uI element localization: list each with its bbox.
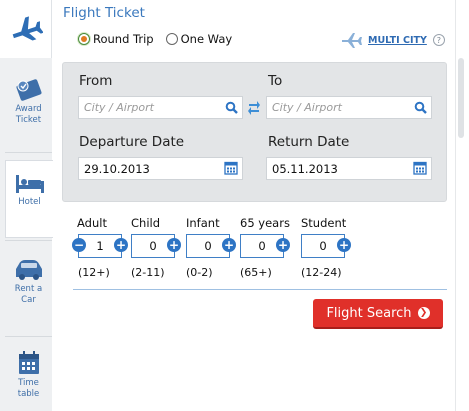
flight-tab[interactable] [0, 0, 52, 58]
page-title: Flight Ticket [63, 5, 145, 21]
award-ticket-icon [15, 79, 42, 101]
multi-city-label[interactable]: MULTI CITY [368, 35, 427, 46]
sidebar-item-award-ticket[interactable]: Award Ticket [5, 70, 52, 126]
to-input[interactable]: City / Airport [266, 96, 432, 119]
one-way-label[interactable]: One Way [181, 32, 233, 46]
departure-date-label: Departure Date [79, 134, 185, 150]
sidebar-item-hotel[interactable]: Hotel [5, 160, 53, 238]
return-date-value: 05.11.2013 [272, 161, 338, 176]
sidebar-item-label: Ticket [15, 115, 42, 125]
stepper-value: 0 [149, 239, 157, 253]
calendar-icon[interactable] [413, 161, 427, 175]
help-icon[interactable]: ? [432, 34, 445, 46]
sidebar-item-timetable[interactable]: Time table [5, 344, 52, 400]
flight-search-button[interactable]: Flight Search ❯ [313, 299, 443, 329]
return-date-input[interactable]: 05.11.2013 [266, 157, 432, 180]
adult-plus-button[interactable]: + [114, 238, 128, 252]
stepper-value: 0 [319, 239, 327, 253]
departure-date-input[interactable]: 29.10.2013 [78, 157, 243, 180]
passenger-label: Child [131, 216, 161, 230]
sidebar: Award Ticket Hotel Rent a Car Time table [0, 0, 53, 411]
passenger-label: Student [301, 216, 347, 230]
sidebar-item-label: Hotel [18, 197, 41, 207]
scrollbar-thumb[interactable] [458, 58, 464, 138]
age-range-label: (2-11) [131, 266, 165, 279]
trip-type-group: Round Trip One Way [78, 32, 232, 46]
stepper-value: 0 [204, 239, 212, 253]
stepper-value: 1 [96, 239, 104, 253]
return-date-label: Return Date [268, 134, 350, 150]
passenger-label: Infant [186, 216, 220, 230]
round-trip-label[interactable]: Round Trip [93, 32, 154, 46]
one-way-radio[interactable] [165, 33, 178, 45]
sidebar-divider [5, 240, 52, 241]
sidebar-divider [5, 336, 52, 337]
from-input[interactable]: City / Airport [78, 96, 243, 119]
swap-icon[interactable] [247, 99, 261, 115]
age-range-label: (0-2) [186, 266, 213, 279]
hotel-bed-icon [15, 175, 44, 193]
calendar-icon [18, 351, 39, 374]
sidebar-item-label: Rent a [14, 284, 43, 294]
to-placeholder: City / Airport [272, 101, 342, 114]
passenger-label: Adult [77, 216, 107, 230]
infant-plus-button[interactable]: + [222, 238, 236, 252]
adult-minus-button[interactable]: − [72, 238, 86, 252]
sidebar-item-label: Award [15, 104, 42, 114]
student-plus-button[interactable]: + [337, 238, 351, 252]
departure-date-value: 29.10.2013 [84, 161, 150, 176]
stepper-value: 0 [258, 239, 266, 253]
flight-search-label: Flight Search [326, 305, 412, 321]
passenger-label: 65 years [240, 216, 290, 230]
to-label: To [268, 73, 283, 89]
car-icon [15, 260, 42, 280]
age-range-label: (65+) [240, 266, 272, 279]
sidebar-item-label: Car [21, 295, 36, 305]
divider [73, 289, 447, 290]
child-plus-button[interactable]: + [167, 238, 181, 252]
calendar-icon[interactable] [224, 161, 238, 175]
senior-plus-button[interactable]: + [276, 238, 290, 252]
radio-dot [81, 36, 87, 42]
sidebar-item-rent-a-car[interactable]: Rent a Car [5, 252, 52, 306]
chevron-right-icon: ❯ [417, 307, 430, 319]
search-icon[interactable] [414, 101, 427, 114]
multi-city-link[interactable]: MULTI CITY ? [340, 31, 445, 49]
sidebar-item-label: Time [18, 378, 39, 388]
round-trip-radio[interactable] [78, 33, 90, 45]
from-label: From [79, 73, 113, 89]
from-placeholder: City / Airport [84, 101, 154, 114]
age-range-label: (12-24) [301, 266, 342, 279]
sidebar-divider [5, 152, 52, 153]
search-panel [62, 62, 447, 202]
age-range-label: (12+) [78, 266, 110, 279]
multi-city-plane-icon [342, 33, 362, 48]
search-icon[interactable] [225, 101, 238, 114]
airplane-icon [12, 16, 43, 41]
sidebar-item-label: table [17, 389, 40, 399]
